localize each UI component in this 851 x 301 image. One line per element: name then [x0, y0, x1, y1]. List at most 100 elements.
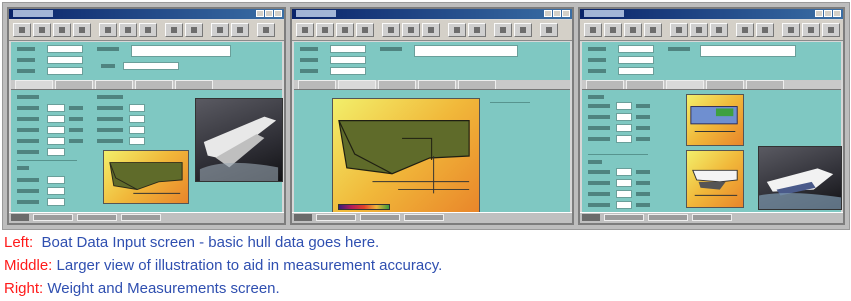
form-field[interactable] [616, 135, 632, 143]
form-field[interactable] [129, 137, 145, 145]
screenshot-hull-illustration-view[interactable] [290, 7, 574, 225]
toolbar-button-icon [736, 23, 754, 37]
toolbar-button-icon [644, 23, 662, 37]
boat-photo-icon [758, 146, 842, 210]
tab[interactable] [706, 80, 744, 89]
form-field[interactable] [330, 45, 366, 53]
tab[interactable] [95, 80, 133, 89]
caption-label: Right: [4, 280, 44, 297]
start-button [11, 214, 29, 221]
toolbar-button-icon [139, 23, 157, 37]
color-scale-bar [338, 204, 390, 210]
tab[interactable] [298, 80, 336, 89]
form-field[interactable] [47, 137, 65, 145]
form-field[interactable] [47, 198, 65, 206]
form-field[interactable] [616, 124, 632, 132]
tab[interactable] [135, 80, 173, 89]
window-titlebar [580, 9, 843, 19]
tab[interactable] [55, 80, 93, 89]
form-field[interactable] [47, 187, 65, 195]
toolbar-button-icon [690, 23, 708, 37]
close-icon [274, 10, 282, 17]
hull-illustration-icon [332, 98, 480, 216]
form-field[interactable] [618, 67, 654, 75]
screenshot-weight-and-measurements[interactable] [578, 7, 845, 225]
close-icon [833, 10, 841, 17]
form-field[interactable] [47, 148, 65, 156]
caption-label: Middle: [4, 257, 53, 274]
form-field[interactable] [47, 115, 65, 123]
form-field[interactable] [414, 45, 518, 57]
form-field[interactable] [330, 67, 366, 75]
form-panel [582, 42, 842, 213]
start-button [294, 214, 312, 221]
hull-illustration-icon [686, 94, 744, 146]
tab[interactable] [15, 80, 53, 89]
maximize-icon [265, 10, 273, 17]
tab[interactable] [418, 80, 456, 89]
toolbar-button-icon [584, 23, 602, 37]
form-field[interactable] [616, 190, 632, 198]
tab[interactable] [626, 80, 664, 89]
caption-left: Left: Boat Data Input screen - basic hul… [4, 231, 848, 254]
toolbar-button-icon [73, 23, 91, 37]
toolbar-button-icon [316, 23, 334, 37]
form-field[interactable] [618, 56, 654, 64]
form-field[interactable] [47, 45, 83, 53]
form-field[interactable] [47, 56, 83, 64]
form-field[interactable] [123, 62, 179, 70]
toolbar [580, 20, 843, 41]
tab-strip [11, 80, 282, 90]
tab[interactable] [378, 80, 416, 89]
toolbar-button-icon [756, 23, 774, 37]
taskbar [580, 212, 843, 223]
tab[interactable] [338, 80, 376, 89]
form-field[interactable] [618, 45, 654, 53]
tab[interactable] [458, 80, 496, 89]
form-field[interactable] [700, 45, 796, 57]
toolbar-button-icon [822, 23, 840, 37]
toolbar-button-icon [231, 23, 249, 37]
form-field[interactable] [47, 126, 65, 134]
toolbar-button-icon [336, 23, 354, 37]
form-field[interactable] [616, 113, 632, 121]
toolbar-button-icon [211, 23, 229, 37]
toolbar-button-icon [514, 23, 532, 37]
form-field[interactable] [131, 45, 231, 57]
window-titlebar [9, 9, 284, 19]
toolbar-button-icon [13, 23, 31, 37]
tab[interactable] [746, 80, 784, 89]
form-field[interactable] [616, 179, 632, 187]
form-field[interactable] [47, 176, 65, 184]
tab[interactable] [666, 80, 704, 89]
toolbar-button-icon [802, 23, 820, 37]
hull-illustration-icon [103, 150, 189, 204]
hull-illustration-icon [686, 150, 744, 208]
minimize-icon [256, 10, 264, 17]
boat-photo-icon [195, 98, 283, 182]
tab[interactable] [586, 80, 624, 89]
form-field[interactable] [129, 115, 145, 123]
form-field[interactable] [330, 56, 366, 64]
form-field[interactable] [616, 201, 632, 209]
form-field[interactable] [129, 126, 145, 134]
form-field[interactable] [47, 67, 83, 75]
form-field[interactable] [129, 104, 145, 112]
toolbar-button-icon [540, 23, 558, 37]
maximize-icon [553, 10, 561, 17]
window-titlebar [292, 9, 572, 19]
screenshot-boat-data-input[interactable] [7, 7, 286, 225]
tab[interactable] [175, 80, 213, 89]
toolbar-button-icon [99, 23, 117, 37]
toolbar-button-icon [382, 23, 400, 37]
form-field[interactable] [47, 104, 65, 112]
screenshot-gallery [2, 2, 850, 230]
minimize-icon [544, 10, 552, 17]
form-field[interactable] [616, 168, 632, 176]
toolbar-button-icon [494, 23, 512, 37]
form-field[interactable] [616, 102, 632, 110]
caption-text: Weight and Measurements screen. [43, 280, 280, 297]
toolbar-button-icon [53, 23, 71, 37]
toolbar-button-icon [422, 23, 440, 37]
toolbar-button-icon [257, 23, 275, 37]
